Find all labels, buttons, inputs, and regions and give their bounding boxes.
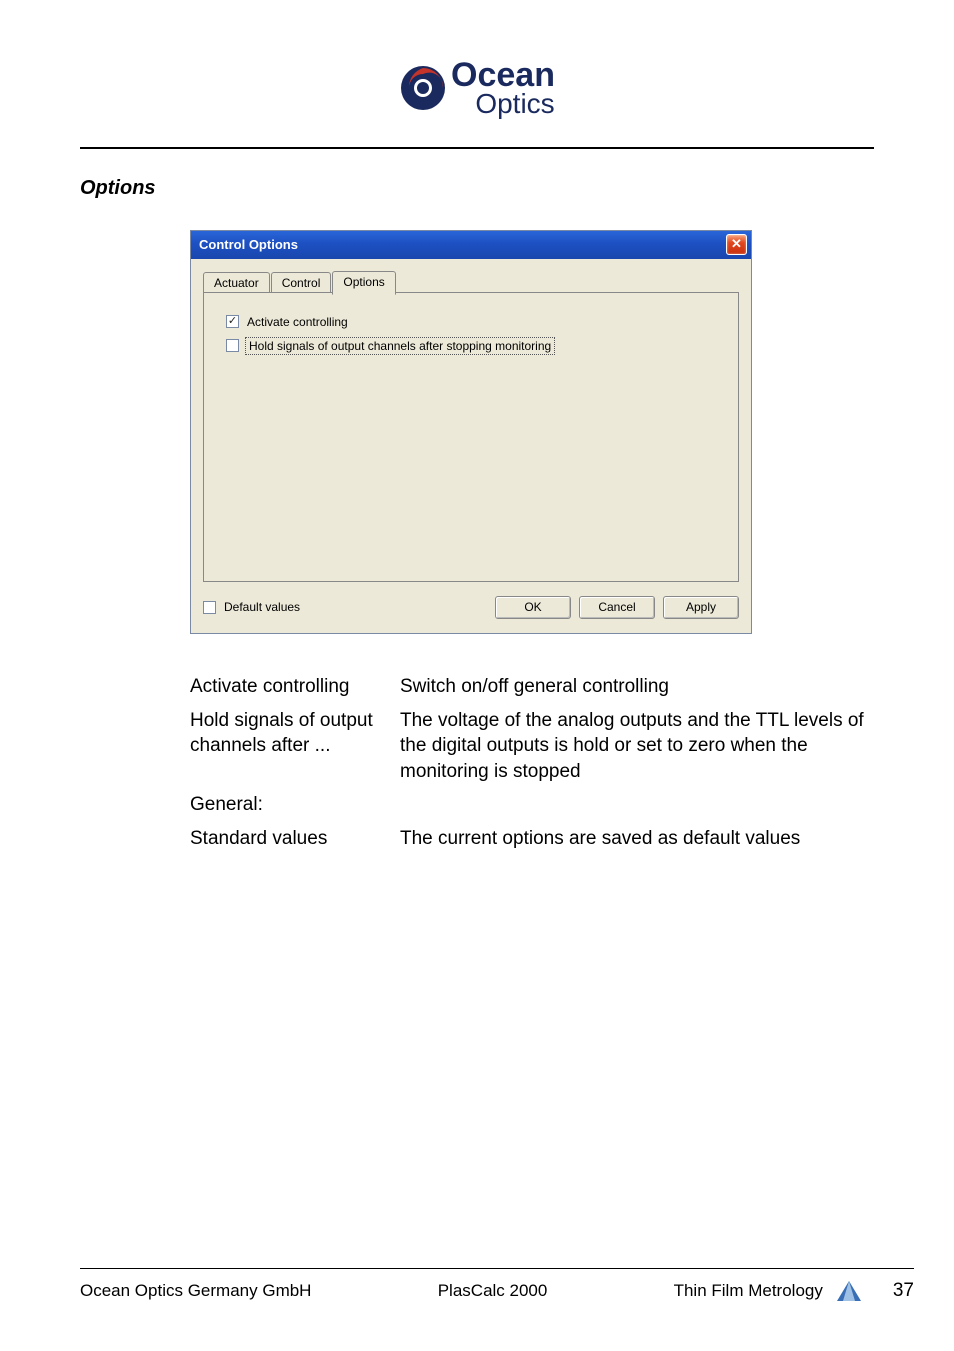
default-values-label: Default values bbox=[224, 600, 300, 614]
apply-button[interactable]: Apply bbox=[663, 596, 739, 619]
page-number: 37 bbox=[893, 1280, 914, 1302]
description-table: Activate controlling Switch on/off gener… bbox=[190, 674, 874, 852]
desc-std-left: Standard values bbox=[190, 826, 400, 852]
cancel-button-label: Cancel bbox=[598, 600, 635, 614]
footer-divider bbox=[80, 1268, 914, 1269]
activate-controlling-label: Activate controlling bbox=[247, 315, 348, 329]
close-icon: ✕ bbox=[731, 236, 742, 251]
tab-options-label: Options bbox=[343, 275, 384, 289]
control-options-dialog: Control Options ✕ Actuator Control Optio… bbox=[190, 230, 752, 634]
tab-panel-options: ✓ Activate controlling Hold signals of o… bbox=[203, 292, 739, 582]
hold-signals-label: Hold signals of output channels after st… bbox=[247, 339, 553, 353]
header-logo: Ocean Optics bbox=[80, 60, 874, 117]
tab-control[interactable]: Control bbox=[271, 272, 332, 293]
checkmark-icon: ✓ bbox=[228, 316, 237, 327]
header-divider bbox=[80, 147, 874, 149]
default-values-checkbox[interactable] bbox=[203, 601, 216, 614]
section-heading: Options bbox=[80, 177, 874, 200]
desc-activate-right: Switch on/off general controlling bbox=[400, 674, 874, 700]
activate-controlling-checkbox[interactable]: ✓ bbox=[226, 315, 239, 328]
logo-text-bottom: Optics bbox=[475, 91, 555, 116]
footer-right: Thin Film Metrology bbox=[674, 1281, 823, 1301]
dialog-title: Control Options bbox=[199, 237, 298, 252]
ocean-swirl-icon bbox=[399, 64, 447, 112]
ok-button-label: OK bbox=[524, 600, 541, 614]
desc-activate-left: Activate controlling bbox=[190, 674, 400, 700]
footer-center: PlasCalc 2000 bbox=[438, 1281, 548, 1301]
apply-button-label: Apply bbox=[686, 600, 716, 614]
ok-button[interactable]: OK bbox=[495, 596, 571, 619]
logo-text-top: Ocean bbox=[451, 60, 555, 91]
hold-signals-checkbox[interactable] bbox=[226, 339, 239, 352]
tab-actuator-label: Actuator bbox=[214, 276, 259, 290]
footer-left: Ocean Optics Germany GmbH bbox=[80, 1281, 311, 1301]
desc-general: General: bbox=[190, 792, 400, 818]
cancel-button[interactable]: Cancel bbox=[579, 596, 655, 619]
tab-strip: Actuator Control Options bbox=[203, 271, 739, 293]
tab-control-label: Control bbox=[282, 276, 321, 290]
page-footer: Ocean Optics Germany GmbH PlasCalc 2000 … bbox=[80, 1268, 914, 1303]
desc-std-right: The current options are saved as default… bbox=[400, 826, 874, 852]
tab-actuator[interactable]: Actuator bbox=[203, 272, 270, 293]
desc-hold-right: The voltage of the analog outputs and th… bbox=[400, 708, 874, 785]
dialog-titlebar[interactable]: Control Options ✕ bbox=[191, 231, 751, 259]
tab-options[interactable]: Options bbox=[332, 271, 395, 295]
desc-hold-left: Hold signals of output channels after ..… bbox=[190, 708, 400, 759]
mikropack-logo-icon bbox=[835, 1279, 863, 1303]
close-button[interactable]: ✕ bbox=[726, 234, 747, 255]
